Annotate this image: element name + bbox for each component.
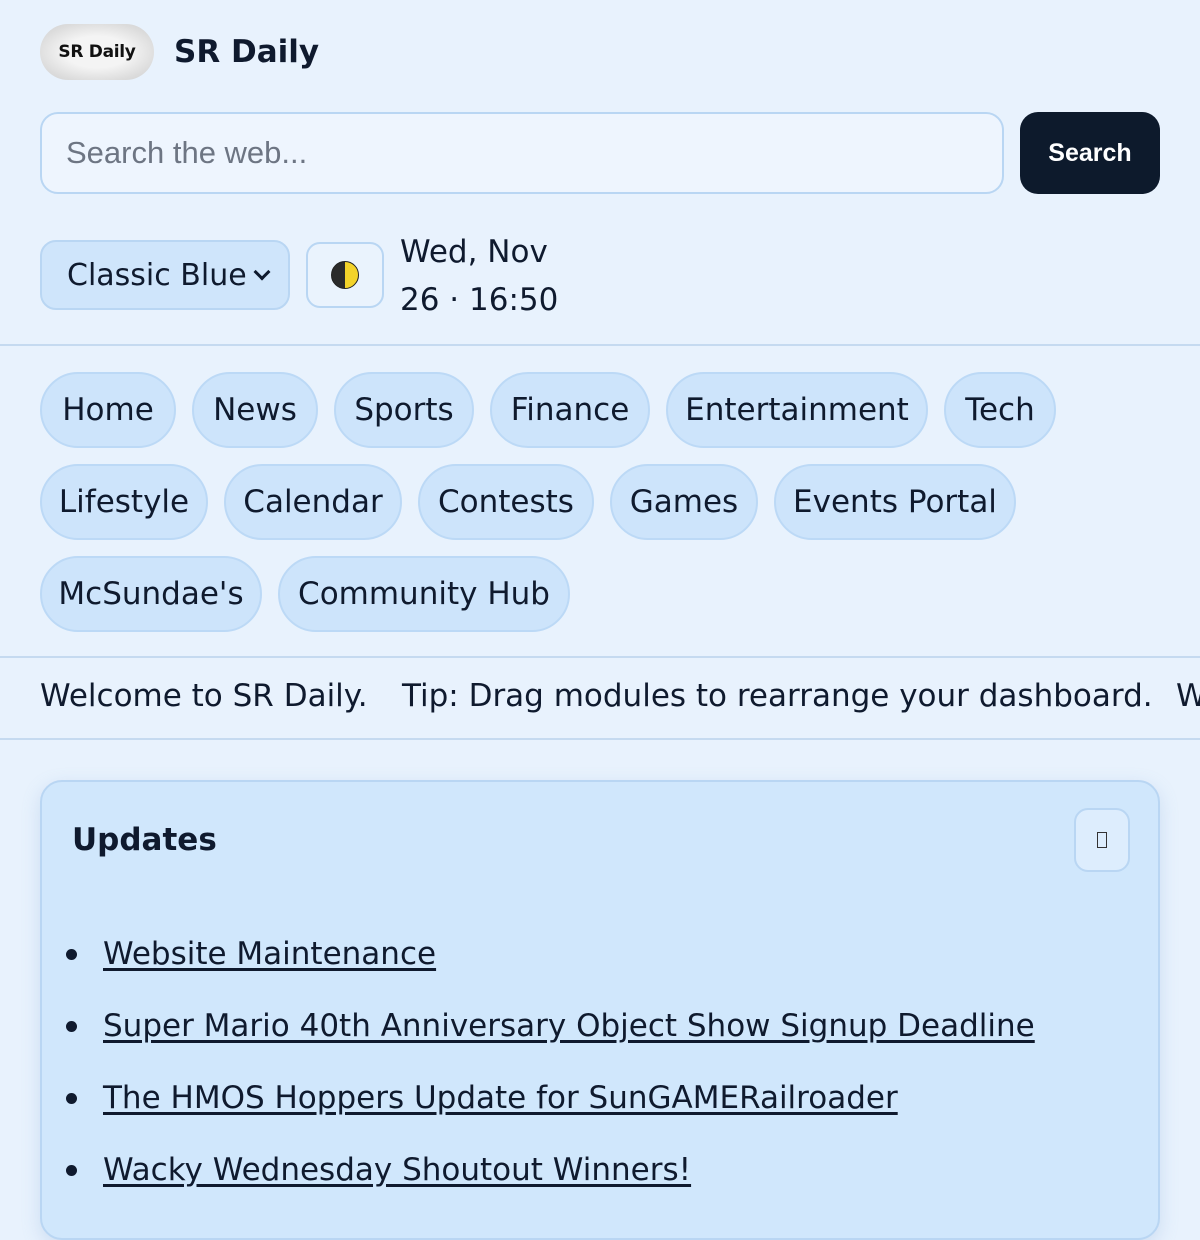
- nav-label: Contests: [438, 484, 574, 520]
- nav-item-tech[interactable]: Tech: [944, 372, 1056, 448]
- site-logo[interactable]: SR Daily: [40, 24, 154, 80]
- missing-glyph-icon: [1097, 832, 1107, 848]
- date-time: Wed, Nov 26 · 16:50: [400, 228, 558, 324]
- half-moon-icon: [331, 261, 359, 289]
- nav-item-home[interactable]: Home: [40, 372, 176, 448]
- nav-label: Lifestyle: [58, 484, 190, 520]
- nav-label: Tech: [965, 392, 1035, 428]
- ticker-message: Welcome to SR Daily.: [40, 678, 368, 714]
- module-menu-button[interactable]: [1074, 808, 1130, 872]
- bullet-icon: [66, 1164, 77, 1176]
- theme-select[interactable]: Classic Blue: [40, 240, 290, 310]
- ticker-message: W: [1176, 678, 1200, 714]
- nav-item-mcsundaes[interactable]: McSundae's: [40, 556, 262, 632]
- update-link[interactable]: Website Maintenance: [103, 936, 436, 972]
- bullet-icon: [66, 948, 77, 960]
- module-title: Updates: [72, 822, 217, 858]
- nav-item-lifestyle[interactable]: Lifestyle: [40, 464, 208, 540]
- nav-item-contests[interactable]: Contests: [418, 464, 594, 540]
- theme-toggle-button[interactable]: [306, 242, 384, 308]
- search-button[interactable]: Search: [1020, 112, 1160, 194]
- nav-item-entertainment[interactable]: Entertainment: [666, 372, 928, 448]
- nav-label: Finance: [510, 392, 630, 428]
- nav-item-sports[interactable]: Sports: [334, 372, 474, 448]
- brand: SR Daily SR Daily: [40, 22, 319, 82]
- nav-item-community-hub[interactable]: Community Hub: [278, 556, 570, 632]
- update-link[interactable]: Wacky Wednesday Shoutout Winners!: [103, 1152, 691, 1188]
- nav-item-finance[interactable]: Finance: [490, 372, 650, 448]
- nav-label: News: [213, 392, 297, 428]
- category-nav: Home News Sports Finance Entertainment T…: [0, 346, 1200, 658]
- logo-text: SR Daily: [58, 42, 136, 62]
- nav-label: Home: [62, 392, 154, 428]
- nav-label: Sports: [354, 392, 454, 428]
- search-input[interactable]: [40, 112, 1004, 194]
- site-header: SR Daily SR Daily Search Classic Blue We…: [0, 0, 1200, 346]
- list-item: Website Maintenance: [66, 934, 436, 974]
- list-item: Super Mario 40th Anniversary Object Show…: [66, 1006, 1035, 1046]
- nav-item-events-portal[interactable]: Events Portal: [774, 464, 1016, 540]
- updates-module[interactable]: Updates Website Maintenance Super Mario …: [40, 780, 1160, 1240]
- nav-label: Events Portal: [793, 484, 997, 520]
- nav-label: Games: [629, 484, 739, 520]
- update-link[interactable]: The HMOS Hoppers Update for SunGAMERailr…: [103, 1080, 898, 1116]
- nav-label: Entertainment: [685, 392, 909, 428]
- update-link[interactable]: Super Mario 40th Anniversary Object Show…: [103, 1008, 1035, 1044]
- chevron-down-icon: [253, 263, 271, 281]
- bullet-icon: [66, 1092, 77, 1104]
- site-title: SR Daily: [174, 34, 320, 70]
- list-item: The HMOS Hoppers Update for SunGAMERailr…: [66, 1078, 898, 1118]
- nav-label: McSundae's: [58, 576, 244, 612]
- nav-item-calendar[interactable]: Calendar: [224, 464, 402, 540]
- theme-select-value: Classic Blue: [67, 257, 247, 293]
- date-line-1: Wed, Nov: [400, 234, 548, 270]
- list-item: Wacky Wednesday Shoutout Winners!: [66, 1150, 691, 1190]
- nav-label: Calendar: [243, 484, 383, 520]
- date-line-2: 26 · 16:50: [400, 282, 559, 318]
- ticker-message: Tip: Drag modules to rearrange your dash…: [402, 678, 1153, 714]
- nav-label: Community Hub: [298, 576, 550, 612]
- nav-item-games[interactable]: Games: [610, 464, 758, 540]
- announcement-ticker: Welcome to SR Daily. Tip: Drag modules t…: [0, 658, 1200, 740]
- nav-item-news[interactable]: News: [192, 372, 318, 448]
- bullet-icon: [66, 1020, 77, 1032]
